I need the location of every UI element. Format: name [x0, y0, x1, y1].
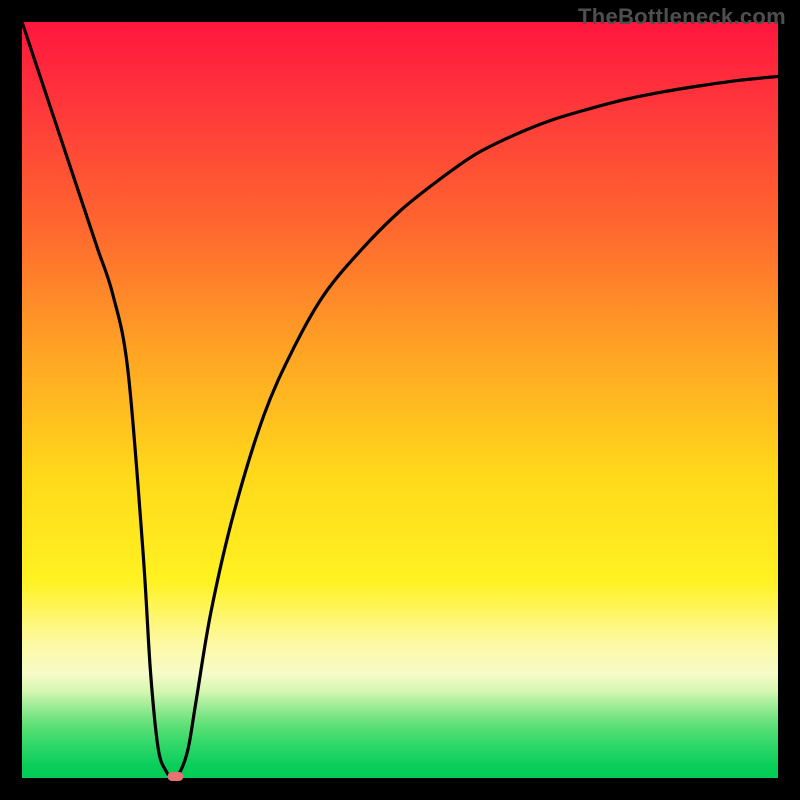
chart-frame: TheBottleneck.com	[0, 0, 800, 800]
optimal-marker	[167, 772, 183, 781]
watermark-text: TheBottleneck.com	[578, 4, 786, 30]
bottleneck-curve	[22, 22, 778, 778]
plot-area	[22, 22, 778, 778]
chart-svg	[22, 22, 778, 778]
